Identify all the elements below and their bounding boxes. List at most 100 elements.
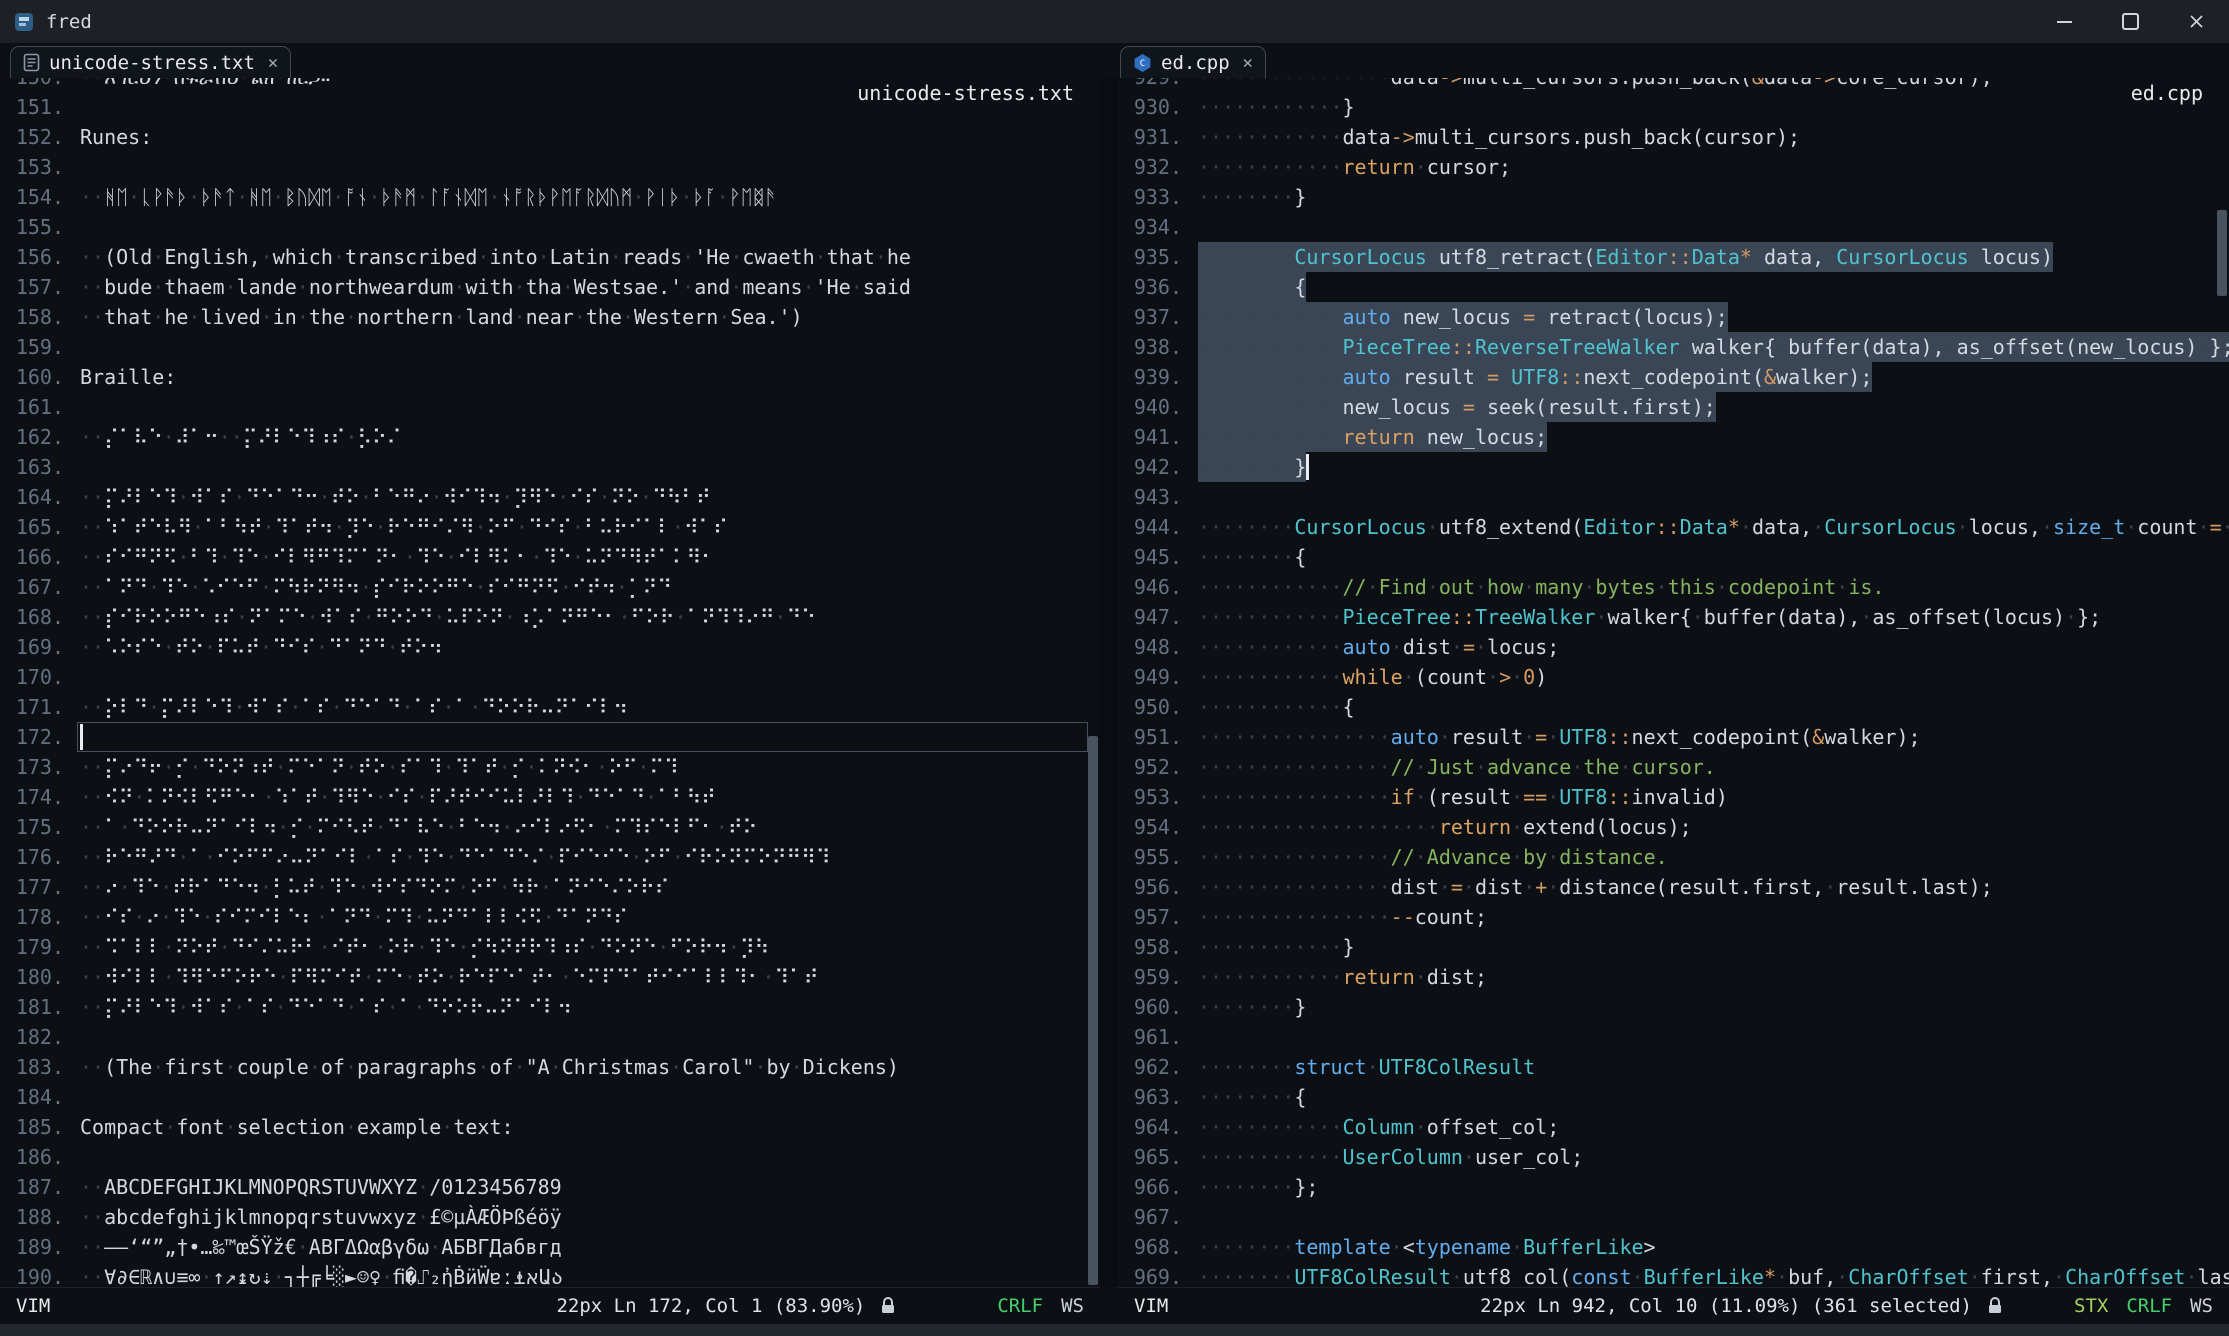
tab-close-button[interactable]: ✕ bbox=[268, 53, 278, 73]
scrollbar-thumb[interactable] bbox=[2217, 210, 2227, 296]
code-line[interactable]: 153. bbox=[0, 152, 1100, 182]
code-line[interactable]: 171.··⡕⠇⠙·⡍⠜⠇⠑⠹·⠺⠁⠎·⠁⠎·⠙⠑⠁⠙·⠁⠎·⠁·⠙⠕⠕⠗⠤⠝⠁… bbox=[0, 692, 1100, 722]
code-line[interactable]: 951.················auto·result·=·UTF8::… bbox=[1118, 722, 2229, 752]
line-number: 931. bbox=[1118, 122, 1198, 152]
code-line[interactable]: 944.········CursorLocus·utf8_extend(Edit… bbox=[1118, 512, 2229, 542]
tab-ed-cpp[interactable]: C ed.cpp ✕ bbox=[1120, 46, 1266, 78]
code-line[interactable]: 958.············} bbox=[1118, 932, 2229, 962]
code-line[interactable]: 966.········}; bbox=[1118, 1172, 2229, 1202]
code-line[interactable]: 939.············auto·result·=·UTF8::next… bbox=[1118, 362, 2229, 392]
close-button[interactable] bbox=[2163, 0, 2229, 43]
code-line[interactable]: 170. bbox=[0, 662, 1100, 692]
code-line[interactable]: 159. bbox=[0, 332, 1100, 362]
line-number: 967. bbox=[1118, 1202, 1198, 1232]
code-line[interactable]: 946.············//·Find·out·how·many·byt… bbox=[1118, 572, 2229, 602]
code-line[interactable]: 163. bbox=[0, 452, 1100, 482]
code-line[interactable]: 948.············auto·dist·=·locus; bbox=[1118, 632, 2229, 662]
minimize-icon bbox=[2057, 21, 2072, 23]
code-line[interactable]: 937.············auto·new_locus·=·retract… bbox=[1118, 302, 2229, 332]
line-number: 956. bbox=[1118, 872, 1198, 902]
right-editor-pane[interactable]: 929.················data->multi_cursors.… bbox=[1118, 78, 2229, 1287]
left-editor-pane[interactable]: 150.··እግርህን·በፍራሽህ·ልክ·ዘርጋ።151.152.Runes:1… bbox=[0, 78, 1100, 1287]
pane-divider[interactable] bbox=[1100, 78, 1118, 1287]
code-line[interactable]: 168.··⡎⠊⠗⠕⠕⠛⠑⠰⠎·⠝⠁⠍⠑·⠺⠁⠎·⠛⠕⠕⠙·⠥⠏⠕⠝·⠰⡡⠁⠝⠛… bbox=[0, 602, 1100, 632]
code-line[interactable]: 959.············return·dist; bbox=[1118, 962, 2229, 992]
code-line[interactable]: 929.················data->multi_cursors.… bbox=[1118, 78, 2229, 92]
code-line[interactable]: 955.················//·Advance·by·distan… bbox=[1118, 842, 2229, 872]
minimize-button[interactable] bbox=[2031, 0, 2097, 43]
code-line[interactable]: 963.········{ bbox=[1118, 1082, 2229, 1112]
maximize-button[interactable] bbox=[2097, 0, 2163, 43]
code-line[interactable]: 157.··bude·thaem·lande·northweardum·with… bbox=[0, 272, 1100, 302]
code-line[interactable]: 183.··(The·first·couple·of·paragraphs·of… bbox=[0, 1052, 1100, 1082]
code-line[interactable]: 936.········{ bbox=[1118, 272, 2229, 302]
tab-unicode-stress-txt[interactable]: unicode-stress.txt ✕ bbox=[10, 46, 291, 78]
code-line[interactable]: 162.··⡌⠁⠧⠑·⠼⠁⠒··⡍⠜⠇⠑⠹⠰⠎·⡣⠕⠌ bbox=[0, 422, 1100, 452]
code-line[interactable]: 184. bbox=[0, 1082, 1100, 1112]
code-line[interactable]: 173.··⡍⠔⠙⠖·⡊·⠙⠕⠝⠰⠞·⠍⠑⠁⠝·⠞⠕·⠎⠁⠹·⠹⠁⠞·⡊·⠅⠝⠪… bbox=[0, 752, 1100, 782]
line-text: ········} bbox=[1198, 182, 1306, 212]
code-line[interactable]: 152.Runes: bbox=[0, 122, 1100, 152]
code-line[interactable]: 935.········CursorLocus·utf8_retract(Edi… bbox=[1118, 242, 2229, 272]
code-line[interactable]: 188.··abcdefghijklmnopqrstuvwxyz·£©µÀÆÖÞ… bbox=[0, 1202, 1100, 1232]
code-line[interactable]: 155. bbox=[0, 212, 1100, 242]
code-line[interactable]: 960.········} bbox=[1118, 992, 2229, 1022]
scrollbar-thumb[interactable] bbox=[1088, 736, 1098, 1285]
code-line[interactable]: 172. bbox=[0, 722, 1100, 752]
code-line[interactable]: 186. bbox=[0, 1142, 1100, 1172]
code-line[interactable]: 961. bbox=[1118, 1022, 2229, 1052]
code-line[interactable]: 182. bbox=[0, 1022, 1100, 1052]
code-line[interactable]: 949.············while·(count·>·0) bbox=[1118, 662, 2229, 692]
code-line[interactable]: 950.············{ bbox=[1118, 692, 2229, 722]
code-line[interactable]: 942.········} bbox=[1118, 452, 2229, 482]
code-line[interactable]: 161. bbox=[0, 392, 1100, 422]
code-line[interactable]: 934. bbox=[1118, 212, 2229, 242]
code-line[interactable]: 968.········template·<typename·BufferLik… bbox=[1118, 1232, 2229, 1262]
code-line[interactable]: 957.················--count; bbox=[1118, 902, 2229, 932]
code-line[interactable]: 947.············PieceTree::TreeWalker·wa… bbox=[1118, 602, 2229, 632]
code-line[interactable]: 156.··(Old·English,·which·transcribed·in… bbox=[0, 242, 1100, 272]
code-line[interactable]: 940.············new_locus·=·seek(result.… bbox=[1118, 392, 2229, 422]
code-line[interactable]: 174.··⠪⠝·⠅⠝⠪⠇⠫⠛⠑⠂·⠱⠁⠞·⠹⠻⠑·⠊⠎·⠏⠜⠞⠊⠊⠥⠇⠜⠇⠹·… bbox=[0, 782, 1100, 812]
code-line[interactable]: 952.················//·Just·advance·the·… bbox=[1118, 752, 2229, 782]
code-line[interactable]: 165.··⠱⠁⠞⠑⠧⠻·⠁⠃⠳⠞·⠹⠁⠞⠲·⡹⠑·⠗⠑⠛⠊⠌⠻·⠕⠋·⠙⠊⠎·… bbox=[0, 512, 1100, 542]
code-line[interactable]: 166.··⠎⠊⠛⠝⠫·⠃⠹·⠹⠑·⠊⠇⠻⠛⠹⠍⠁⠝⠂·⠹⠑·⠊⠇⠻⠅⠂·⠹⠑·… bbox=[0, 542, 1100, 572]
scrollbar-track[interactable] bbox=[2215, 78, 2229, 1287]
code-line[interactable]: 164.··⡍⠜⠇⠑⠹·⠺⠁⠎·⠙⠑⠁⠙⠒·⠞⠕·⠃⠑⠛⠔·⠺⠊⠹⠲·⡹⠻⠑·⠊… bbox=[0, 482, 1100, 512]
code-line[interactable]: 962.········struct·UTF8ColResult bbox=[1118, 1052, 2229, 1082]
code-line[interactable]: 167.··⠁⠝⠙·⠹⠑·⠡⠊⠑⠋·⠍⠳⠗⠝⠻⠲·⡎⠊⠗⠕⠕⠛⠑·⠎⠊⠛⠝⠫·⠊… bbox=[0, 572, 1100, 602]
window-controls bbox=[2031, 0, 2229, 43]
code-line[interactable]: 964.············Column·offset_col; bbox=[1118, 1112, 2229, 1142]
code-line[interactable]: 185.Compact·font·selection·example·text: bbox=[0, 1112, 1100, 1142]
code-line[interactable]: 154.··ᚻᛖ·ᚳᚹᚫᚦ·ᚦᚫᛏ·ᚻᛖ·ᛒᚢᛞᛖ·ᚩᚾ·ᚦᚫᛗ·ᛚᚪᚾᛞᛖ·ᚾ… bbox=[0, 182, 1100, 212]
code-line[interactable]: 969.········UTF8ColResult·utf8_col(const… bbox=[1118, 1262, 2229, 1287]
code-line[interactable]: 965.············UserColumn·user_col; bbox=[1118, 1142, 2229, 1172]
code-line[interactable]: 933.········} bbox=[1118, 182, 2229, 212]
code-line[interactable]: 175.··⠁·⠙⠕⠕⠗⠤⠝⠁⠊⠇⠲·⡊·⠍⠊⠣⠞·⠙⠁⠧⠑·⠃⠑⠲·⠔⠊⠇⠔⠫… bbox=[0, 812, 1100, 842]
code-line[interactable]: 180.··⠺⠊⠇⠇·⠹⠻⠑⠋⠕⠗⠑·⠏⠻⠍⠊⠞·⠍⠑·⠞⠕·⠗⠑⠏⠑⠁⠞⠂·⠑… bbox=[0, 962, 1100, 992]
code-line[interactable]: 945.········{ bbox=[1118, 542, 2229, 572]
tab-close-button[interactable]: ✕ bbox=[1243, 53, 1253, 73]
code-line[interactable]: 160.Braille: bbox=[0, 362, 1100, 392]
code-line[interactable]: 158.··that·he·lived·in·the·northern·land… bbox=[0, 302, 1100, 332]
code-line[interactable]: 177.··⠔·⠹⠑·⠞⠗⠁⠙⠑⠲·⡃⠥⠞·⠹⠑·⠺⠊⠎⠙⠕⠍·⠕⠋·⠳⠗·⠁⠝… bbox=[0, 872, 1100, 902]
code-line[interactable]: 938.············PieceTree::ReverseTreeWa… bbox=[1118, 332, 2229, 362]
code-line[interactable]: 930.············} bbox=[1118, 92, 2229, 122]
scrollbar-track[interactable] bbox=[1086, 78, 1100, 1287]
code-line[interactable]: 169.··⠡⠕⠎⠑·⠞⠕·⠏⠥⠞·⠙⠊⠎·⠙⠁⠝⠙·⠞⠕⠲ bbox=[0, 632, 1100, 662]
code-line[interactable]: 967. bbox=[1118, 1202, 2229, 1232]
code-line[interactable]: 932.············return·cursor; bbox=[1118, 152, 2229, 182]
code-line[interactable]: 956.················dist·=·dist·+·distan… bbox=[1118, 872, 2229, 902]
code-line[interactable]: 179.··⠩⠁⠇⠇·⠝⠕⠞·⠙⠊⠌⠥⠗⠃·⠊⠞⠂·⠕⠗·⠹⠑·⡊⠳⠝⠞⠗⠹⠰⠎… bbox=[0, 932, 1100, 962]
code-line[interactable]: 931.············data->multi_cursors.push… bbox=[1118, 122, 2229, 152]
code-line[interactable]: 953.················if·(result·==·UTF8::… bbox=[1118, 782, 2229, 812]
code-line[interactable]: 178.··⠊⠎·⠔·⠹⠑·⠎⠊⠍⠊⠇⠑⠆·⠁⠝⠙·⠍⠹·⠥⠝⠙⠁⠇⠇⠪⠫·⠙⠁… bbox=[0, 902, 1100, 932]
code-line[interactable]: 187.··ABCDEFGHIJKLMNOPQRSTUVWXYZ·/012345… bbox=[0, 1172, 1100, 1202]
code-line[interactable]: 189.··–—‘“”„†•…‰™œŠŸž€·ΑΒΓΔΩαβγδω·АБВГДа… bbox=[0, 1232, 1100, 1262]
code-line[interactable]: 181.··⡍⠜⠇⠑⠹·⠺⠁⠎·⠁⠎·⠙⠑⠁⠙·⠁⠎·⠁·⠙⠕⠕⠗⠤⠝⠁⠊⠇⠲ bbox=[0, 992, 1100, 1022]
code-line[interactable]: 190.··∀∂∈ℝ∧∪≡∞·↑↗↨↻⇣·┐┼╔╘░►☺♀·ﬁ�⑀₂ἠḂӥẄɐː… bbox=[0, 1262, 1100, 1287]
code-line[interactable]: 941.············return·new_locus; bbox=[1118, 422, 2229, 452]
code-line[interactable]: 176.··⠗⠑⠛⠜⠙·⠁·⠊⠕⠋⠋⠔⠤⠝⠁⠊⠇·⠁⠎·⠹⠑·⠙⠑⠁⠙⠑⠌·⠏⠊… bbox=[0, 842, 1100, 872]
code-line[interactable]: 954.····················return·extend(lo… bbox=[1118, 812, 2229, 842]
code-line[interactable]: 943. bbox=[1118, 482, 2229, 512]
